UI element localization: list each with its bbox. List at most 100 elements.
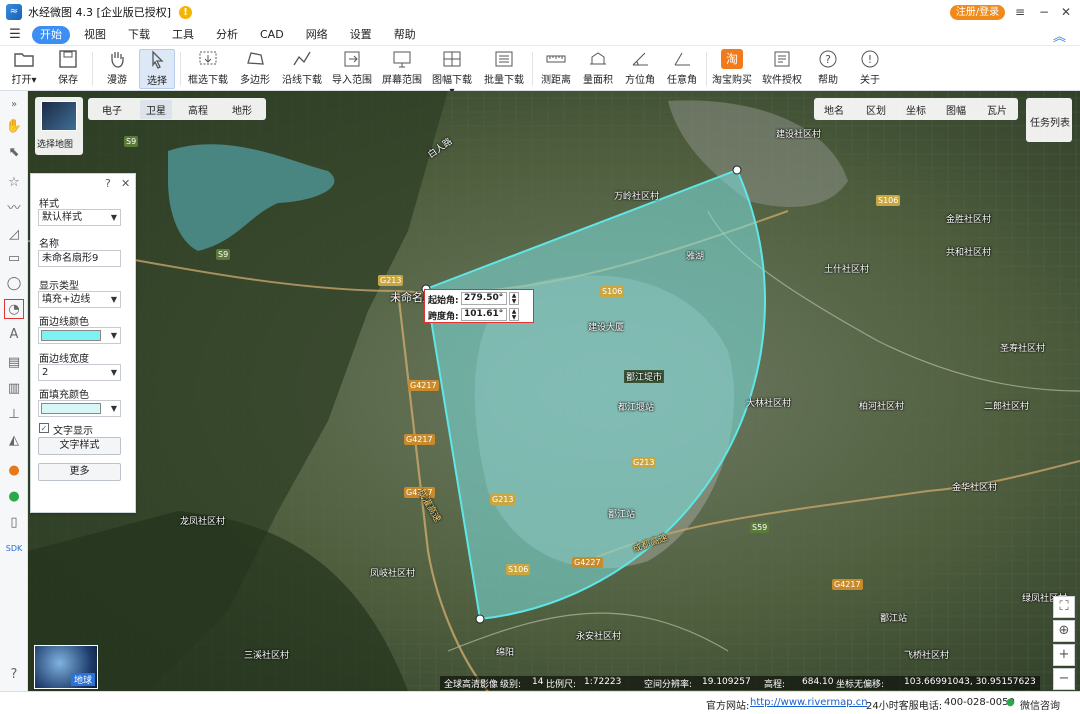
title-bar: ≈ 水经微图 4.3 [企业版已授权] ! 注册/登录 ≡ − ✕: [0, 0, 1080, 24]
menu-item-help[interactable]: 帮助: [386, 26, 424, 44]
minimize-button[interactable]: −: [1034, 2, 1054, 22]
menu-item-analysis[interactable]: 分析: [208, 26, 246, 44]
close-icon[interactable]: ✕: [121, 177, 130, 190]
menu-item-tools[interactable]: 工具: [164, 26, 202, 44]
tab-sheets[interactable]: 图幅: [946, 102, 966, 117]
save-button[interactable]: 保存: [50, 49, 86, 89]
pan-button[interactable]: 漫游: [99, 49, 135, 89]
text-display-checkbox[interactable]: ✓: [39, 423, 49, 433]
start-angle-spinner[interactable]: ▲ ▼: [509, 292, 519, 305]
layer-icon[interactable]: ▤: [4, 353, 24, 373]
tab-electronic[interactable]: 电子: [102, 102, 122, 117]
sector-icon[interactable]: ◔: [4, 299, 24, 319]
box-download-button[interactable]: 框选下载: [186, 49, 230, 89]
azimuth-button[interactable]: 方位角: [622, 49, 658, 89]
warning-icon[interactable]: !: [179, 5, 193, 19]
locate-icon[interactable]: ⊕: [1053, 620, 1075, 642]
select-button[interactable]: 选择: [139, 49, 175, 89]
wechat-consult[interactable]: 微信咨询: [1020, 697, 1060, 712]
tab-regions[interactable]: 区划: [866, 102, 886, 117]
elevation-icon[interactable]: ⊥: [4, 405, 24, 425]
text-style-button[interactable]: 文字样式: [38, 437, 121, 455]
screen-range-button[interactable]: 屏幕范围: [380, 49, 424, 89]
zoom-in-button[interactable]: +: [1053, 644, 1075, 666]
batch-download-button[interactable]: 批量下载: [482, 49, 526, 89]
expand-icon[interactable]: »: [4, 95, 24, 115]
hamburger-icon[interactable]: ☰: [4, 27, 26, 42]
sector-end-handle[interactable]: [475, 614, 485, 624]
star-marker-icon[interactable]: ☆: [4, 173, 24, 193]
measure-area-button[interactable]: 量面积: [580, 49, 616, 89]
fullscreen-icon[interactable]: ⛶: [1053, 596, 1075, 618]
map-canvas[interactable]: 选择地图 电子 卫星 高程 地形 地名 区划 坐标 图幅 瓦片 任务列表 建设社…: [28, 91, 1080, 691]
start-angle-input[interactable]: 279.50°: [461, 292, 507, 305]
poi-label: 绵阳: [496, 648, 515, 658]
open-button[interactable]: 打开▾: [6, 49, 42, 89]
website-link[interactable]: http://www.rivermap.cn: [750, 697, 868, 708]
sector-start-handle[interactable]: [732, 165, 742, 175]
taobao-buy-button[interactable]: 淘 淘宝购买: [712, 49, 752, 89]
name-input[interactable]: 未命名扇形9: [38, 250, 121, 267]
tab-elevation[interactable]: 高程: [188, 102, 208, 117]
any-angle-button[interactable]: 任意角: [664, 49, 700, 89]
globe-thumbnail[interactable]: 地球: [34, 645, 98, 689]
more-button[interactable]: 更多: [38, 463, 121, 481]
area-tool-icon[interactable]: ◿: [4, 225, 24, 245]
earth-icon[interactable]: ●: [4, 461, 24, 481]
line-tool-icon[interactable]: 〰: [4, 199, 24, 219]
close-button[interactable]: ✕: [1056, 2, 1076, 22]
building-icon[interactable]: ▥: [4, 379, 24, 399]
edge-color-picker[interactable]: ▼: [38, 327, 121, 344]
chevron-down-icon: ▼: [110, 404, 117, 413]
tab-terrain[interactable]: 地形: [232, 102, 252, 117]
span-angle-spinner[interactable]: ▲ ▼: [509, 308, 519, 321]
polygon-button[interactable]: 多边形: [236, 49, 274, 89]
phone-icon[interactable]: ▯: [4, 513, 24, 533]
tab-satellite[interactable]: 卫星: [140, 100, 172, 119]
line-download-button[interactable]: 沿线下载: [280, 49, 324, 89]
sheet-download-button[interactable]: 图幅下载▾: [430, 49, 474, 97]
collapse-ribbon-icon[interactable]: ︽: [1053, 26, 1066, 45]
menu-item-start[interactable]: 开始: [32, 25, 70, 44]
tab-coordinates[interactable]: 坐标: [906, 102, 926, 117]
span-angle-input[interactable]: 101.61°: [461, 308, 507, 321]
route-icon[interactable]: ●: [4, 487, 24, 507]
help-button[interactable]: ? 帮助: [812, 49, 844, 89]
task-list-button[interactable]: 任务列表: [1026, 98, 1072, 142]
import-range-button[interactable]: 导入范围: [330, 49, 374, 89]
measure-distance-button[interactable]: 测距离: [538, 49, 574, 89]
highway-shield: S106: [876, 195, 901, 206]
profile-icon[interactable]: ◭: [4, 431, 24, 451]
place-label: 鄱江堤市: [624, 370, 665, 383]
display-type-select[interactable]: 填充+边线 ▼: [38, 291, 121, 308]
tab-tiles[interactable]: 瓦片: [987, 102, 1007, 117]
login-button[interactable]: 注册/登录: [950, 5, 1005, 20]
menu-item-download[interactable]: 下载: [120, 26, 158, 44]
sdk-icon[interactable]: SDK: [4, 539, 24, 559]
circle-icon[interactable]: ◯: [4, 274, 24, 294]
style-select[interactable]: 默认样式 ▼: [38, 209, 121, 226]
zoom-out-button[interactable]: −: [1053, 668, 1075, 690]
app-logo-icon: ≈: [6, 4, 22, 20]
fill-color-picker[interactable]: ▼: [38, 400, 121, 417]
tab-place-names[interactable]: 地名: [824, 102, 844, 117]
edge-width-select[interactable]: 2 ▼: [38, 364, 121, 381]
rectangle-icon[interactable]: ▭: [4, 249, 24, 269]
menu-item-view[interactable]: 视图: [76, 26, 114, 44]
cursor-icon: [152, 50, 164, 69]
menu-icon[interactable]: ≡: [1010, 2, 1030, 22]
select-map-widget[interactable]: 选择地图: [35, 97, 83, 155]
help-icon[interactable]: ?: [105, 177, 111, 190]
cursor-icon[interactable]: ⬉: [4, 143, 24, 163]
menu-item-cad[interactable]: CAD: [252, 26, 292, 44]
menu-item-network[interactable]: 网络: [298, 26, 336, 44]
license-button[interactable]: 软件授权: [762, 49, 802, 89]
question-icon[interactable]: ?: [4, 665, 24, 685]
display-type-label: 显示类型: [39, 281, 79, 292]
hand-icon[interactable]: ✋: [4, 117, 24, 137]
text-icon[interactable]: A: [4, 325, 24, 345]
highway-shield: S106: [506, 564, 531, 575]
about-button[interactable]: ! 关于: [854, 49, 886, 89]
wechat-icon: ●: [1006, 697, 1015, 708]
menu-item-settings[interactable]: 设置: [342, 26, 380, 44]
